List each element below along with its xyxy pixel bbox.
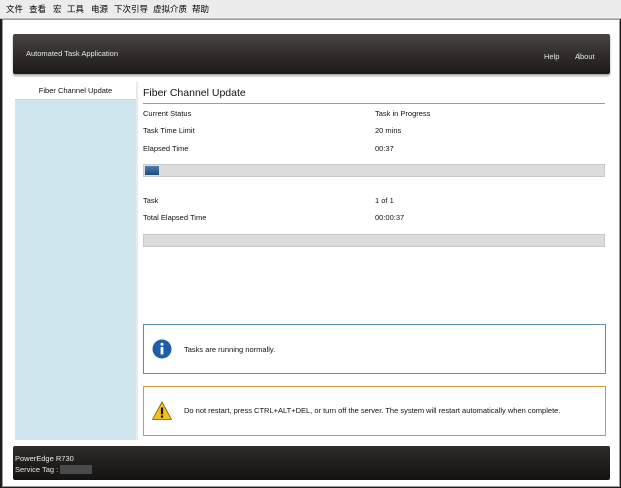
info-message-box: Tasks are running normally. [143,324,606,374]
task-time-limit-label: Task Time Limit [143,126,195,135]
sidebar-item-fiber-channel-update[interactable]: Fiber Channel Update [15,82,136,100]
info-icon [152,339,172,359]
menu-help[interactable]: 帮助 [192,3,209,15]
warning-message-text: Do not restart, press CTRL+ALT+DEL, or t… [184,406,561,415]
console-window: Automated Task Application Help | About … [2,19,620,487]
service-tag-label: Service Tag : [15,465,59,474]
menu-view[interactable]: 查看 [29,3,46,15]
server-model: PowerEdge R730 [15,454,74,463]
total-elapsed-time-label: Total Elapsed Time [143,213,207,222]
elapsed-time-value: 00:37 [375,144,394,153]
menu-tools[interactable]: 工具 [67,3,84,15]
current-status-value: Task in Progress [375,109,431,118]
system-footer: PowerEdge R730 Service Tag : [13,446,610,480]
task-time-limit-value: 20 mins [375,126,402,135]
total-elapsed-time-value: 00:00:37 [375,213,405,222]
about-link[interactable]: About [575,52,595,61]
app-header: Automated Task Application Help | About [13,34,610,74]
overall-progress-bar [143,234,605,247]
menu-power[interactable]: 电源 [91,3,108,15]
app-title: Automated Task Application [26,49,119,58]
page-title: Fiber Channel Update [143,87,246,99]
elapsed-time-label: Elapsed Time [143,144,189,153]
menu-next-boot[interactable]: 下次引导 [114,3,148,15]
menu-macros[interactable]: 宏 [53,3,62,15]
menu-file[interactable]: 文件 [6,3,23,15]
main-panel: Fiber Channel Update Current Status Task… [138,82,608,440]
service-tag-redacted [60,465,92,474]
current-status-label: Current Status [143,109,192,118]
task-label: Task [143,196,159,205]
info-message-text: Tasks are running normally. [184,345,276,354]
help-link[interactable]: Help [544,52,559,61]
current-task-progress-fill [145,166,159,175]
warning-icon [151,401,173,421]
warning-message-box: Do not restart, press CTRL+ALT+DEL, or t… [143,386,606,436]
task-count-value: 1 of 1 [375,196,394,205]
title-divider [143,103,605,104]
current-task-progress-bar [143,164,605,177]
sidebar: Fiber Channel Update [15,82,136,440]
menu-virtual-media[interactable]: 虚拟介质 [153,3,187,15]
menu-bar: 文件 查看 宏 工具 电源 下次引导 虚拟介质 帮助 [0,0,621,19]
